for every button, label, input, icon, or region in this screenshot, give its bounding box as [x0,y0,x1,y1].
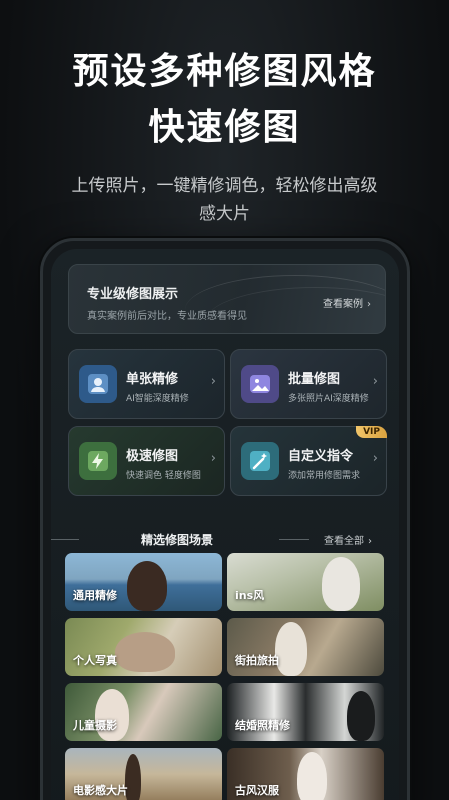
photo-subject [127,561,167,611]
scene-label: 结婚照精修 [235,719,290,732]
portrait-icon [79,365,117,403]
scene-label: 电影感大片 [73,784,128,797]
headline-line-2: 快速修图 [148,107,301,148]
lightning-icon [79,442,117,480]
scene-tile-street-travel[interactable]: 街拍旅拍 [227,618,384,676]
scene-label: 个人写真 [73,654,117,667]
section-divider [51,539,79,540]
section-divider [279,539,309,540]
section-title: 精选修图场景 [141,533,214,547]
scene-label: 街拍旅拍 [235,654,279,667]
scene-tile-wedding[interactable]: 结婚照精修 [227,683,384,741]
scene-tile-general[interactable]: 通用精修 [65,553,222,611]
gallery-icon [241,365,279,403]
feature-desc: 快速调色 轻度修图 [126,471,201,481]
showcase-subtitle: 真实案例前后对比，专业质感看得见 [87,311,247,322]
photo-subject [322,557,360,611]
scene-tile-cinematic[interactable]: 电影感大片 [65,748,222,800]
feature-title: 单张精修 [126,372,179,387]
phone-frame: 专业级修图展示 真实案例前后对比，专业质感看得见 查看案例 › 单张精修 AI智能… [40,238,410,800]
feature-card-single-retouch[interactable]: 单张精修 AI智能深度精修 › [68,349,225,419]
feature-card-custom-command[interactable]: VIP 自定义指令 添加常用修图需求 › [230,426,387,496]
showcase-title: 专业级修图展示 [87,287,179,302]
photo-subject [275,622,307,676]
promo-headline: 预设多种修图风格 快速修图 [0,44,449,156]
feature-desc: AI智能深度精修 [126,394,189,404]
scene-tile-ins-style[interactable]: ins风 [227,553,384,611]
view-cases-link[interactable]: 查看案例 › [323,295,371,310]
photo-subject [95,689,129,741]
scene-tile-hanfu[interactable]: 古风汉服 [227,748,384,800]
feature-desc: 添加常用修图需求 [288,471,361,481]
scene-label: 儿童摄影 [73,719,117,732]
scene-label: 古风汉服 [235,784,279,797]
promo-subline: 上传照片，一键精修调色，轻松修出高级 感大片 [44,172,405,228]
feature-title: 自定义指令 [288,449,354,464]
magic-wand-icon [241,442,279,480]
chevron-right-icon: › [368,536,372,547]
subline-line-2: 感大片 [199,204,250,224]
view-all-link[interactable]: 查看全部 › [324,532,372,547]
app-screen: 专业级修图展示 真实案例前后对比，专业质感看得见 查看案例 › 单张精修 AI智能… [51,249,399,800]
feature-desc: 多张照片AI深度精修 [288,394,369,404]
showcase-banner[interactable]: 专业级修图展示 真实案例前后对比，专业质感看得见 查看案例 › [68,264,386,334]
feature-title: 批量修图 [288,372,341,387]
photo-subject [347,691,375,741]
chevron-right-icon: › [210,374,216,389]
view-cases-label: 查看案例 [323,299,363,310]
chevron-right-icon: › [210,451,216,466]
scene-label: ins风 [235,589,265,602]
scene-tile-children[interactable]: 儿童摄影 [65,683,222,741]
feature-card-quick-retouch[interactable]: 极速修图 快速调色 轻度修图 › [68,426,225,496]
scene-label: 通用精修 [73,589,117,602]
view-all-label: 查看全部 [324,536,364,547]
feature-title: 极速修图 [126,449,179,464]
photo-subject [297,752,327,800]
vip-badge: VIP [356,426,387,438]
chevron-right-icon: › [372,451,378,466]
headline-line-1: 预设多种修图风格 [72,51,377,92]
chevron-right-icon: › [372,374,378,389]
subline-line-1: 上传照片，一键精修调色，轻松修出高级 [71,176,378,196]
chevron-right-icon: › [367,299,371,310]
scene-tile-portrait[interactable]: 个人写真 [65,618,222,676]
photo-subject [115,632,175,672]
feature-card-batch-retouch[interactable]: 批量修图 多张照片AI深度精修 › [230,349,387,419]
